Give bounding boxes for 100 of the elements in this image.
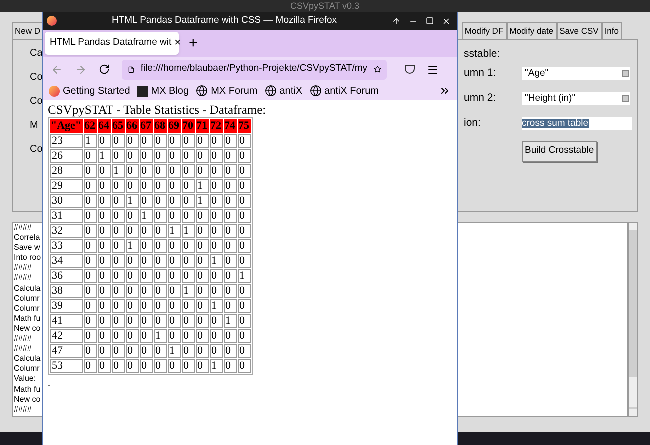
url-field[interactable]: file:///home/blaubaer/Python-Projekte/CSVpySTAT/my <box>122 60 387 80</box>
tab[interactable]: Save CSV <box>556 22 602 39</box>
table-cell: 0 <box>196 269 209 283</box>
table-cell: 0 <box>224 209 237 223</box>
table-cell: 0 <box>168 239 181 253</box>
new-tab-button[interactable]: + <box>189 36 198 51</box>
table-cell: 0 <box>84 209 97 223</box>
table-cell: 0 <box>238 209 251 223</box>
table-cell: 0 <box>112 284 125 298</box>
input-field[interactable]: cross sum table <box>522 117 632 130</box>
tab-close-button[interactable]: × <box>174 38 182 49</box>
table-cell: 0 <box>112 194 125 208</box>
field-label: M <box>30 120 38 132</box>
table-cell: 0 <box>224 179 237 193</box>
bookmark[interactable]: antiX Forum <box>310 84 379 98</box>
table-cell: 0 <box>196 359 209 373</box>
table-cell: 0 <box>98 179 111 193</box>
table-cell: 0 <box>98 299 111 313</box>
table-cell: 0 <box>126 134 139 148</box>
table-cell: 31 <box>50 209 83 223</box>
log-line: #### <box>14 344 32 354</box>
table-cell: 0 <box>154 299 167 313</box>
table-cell: 1 <box>210 359 223 373</box>
bookmark[interactable]: MX Blog <box>137 84 190 98</box>
table-cell: 0 <box>154 209 167 223</box>
table-cell: 0 <box>182 344 195 358</box>
table-cell: 0 <box>238 149 251 163</box>
tab[interactable]: New D <box>12 22 44 39</box>
log-line: Columr <box>14 364 40 374</box>
table-cell: 0 <box>84 284 97 298</box>
raise-icon[interactable] <box>392 16 401 26</box>
table-cell: 0 <box>126 209 139 223</box>
table-cell: 0 <box>210 134 223 148</box>
tab[interactable]: Modify DF <box>462 22 507 39</box>
dropdown[interactable]: "Age" <box>522 67 630 80</box>
table-cell: 0 <box>154 359 167 373</box>
page-heading: CSVpySTAT - Table Statistics - Dataframe: <box>48 103 266 117</box>
table-cell: 0 <box>112 359 125 373</box>
field-label: Co <box>30 96 43 108</box>
menu-icon[interactable] <box>427 64 439 76</box>
table-cell: 0 <box>224 149 237 163</box>
table-cell: 0 <box>140 299 153 313</box>
build-crosstable-button[interactable]: Build Crosstable <box>522 141 598 162</box>
table-cell: 0 <box>182 359 195 373</box>
table-cell: 0 <box>140 194 153 208</box>
log-line: Calcula <box>14 354 41 364</box>
scrollbar[interactable] <box>628 222 638 417</box>
table-cell: 1 <box>210 299 223 313</box>
window-title: HTML Pandas Dataframe with CSS — Mozilla Firefox <box>110 14 338 28</box>
table-cell: 0 <box>140 239 153 253</box>
maximize-icon[interactable] <box>426 16 434 24</box>
tab[interactable]: Modify date <box>506 22 557 39</box>
table-cell: 0 <box>84 329 97 343</box>
column-header: 67 <box>140 119 153 133</box>
column-header: 75 <box>238 119 251 133</box>
table-cell: 0 <box>84 239 97 253</box>
reload-icon[interactable] <box>99 64 110 75</box>
bookmark-star-icon[interactable] <box>374 64 381 75</box>
table-cell: 0 <box>154 314 167 328</box>
table-cell: 0 <box>98 134 111 148</box>
table-cell: 0 <box>182 329 195 343</box>
table-cell: 0 <box>168 209 181 223</box>
table-cell: 1 <box>126 194 139 208</box>
globe-icon <box>264 85 277 97</box>
table-cell: 0 <box>238 134 251 148</box>
log-line: Correla <box>14 233 40 244</box>
bookmark[interactable]: antiX <box>264 84 303 98</box>
bookmark[interactable]: MX Forum <box>196 84 258 98</box>
tab[interactable]: Info <box>602 22 622 39</box>
table-cell: 0 <box>168 329 181 343</box>
log-line: New co <box>14 394 41 405</box>
table-cell: 0 <box>210 194 223 208</box>
bookmark[interactable]: Getting Started <box>49 84 130 98</box>
table-cell: 0 <box>210 284 223 298</box>
table-cell: 0 <box>196 209 209 223</box>
table-cell: 0 <box>154 269 167 283</box>
column-header: 72 <box>210 119 223 133</box>
table-cell: 1 <box>98 149 111 163</box>
close-icon[interactable] <box>442 16 451 26</box>
table-cell: 0 <box>238 179 251 193</box>
table-cell: 0 <box>126 254 139 268</box>
table-cell: 0 <box>126 344 139 358</box>
browser-tab[interactable]: HTML Pandas Dataframe wit × <box>45 32 179 55</box>
more-bookmarks-icon[interactable] <box>439 85 451 97</box>
table-cell: 0 <box>140 149 153 163</box>
table-cell: 53 <box>50 359 83 373</box>
table-cell: 0 <box>224 254 237 268</box>
table-cell: 0 <box>196 134 209 148</box>
table-cell: 0 <box>84 254 97 268</box>
table-cell: 0 <box>98 284 111 298</box>
table-cell: 1 <box>224 314 237 328</box>
table-cell: 0 <box>182 209 195 223</box>
dropdown[interactable]: "Height (in)" <box>522 92 630 105</box>
table-cell: 0 <box>112 224 125 238</box>
table-cell: 0 <box>140 134 153 148</box>
table-cell: 1 <box>84 134 97 148</box>
table-cell: 1 <box>182 284 195 298</box>
field-label: Co <box>30 144 43 156</box>
table-cell: 0 <box>196 329 209 343</box>
table-cell: 0 <box>182 149 195 163</box>
